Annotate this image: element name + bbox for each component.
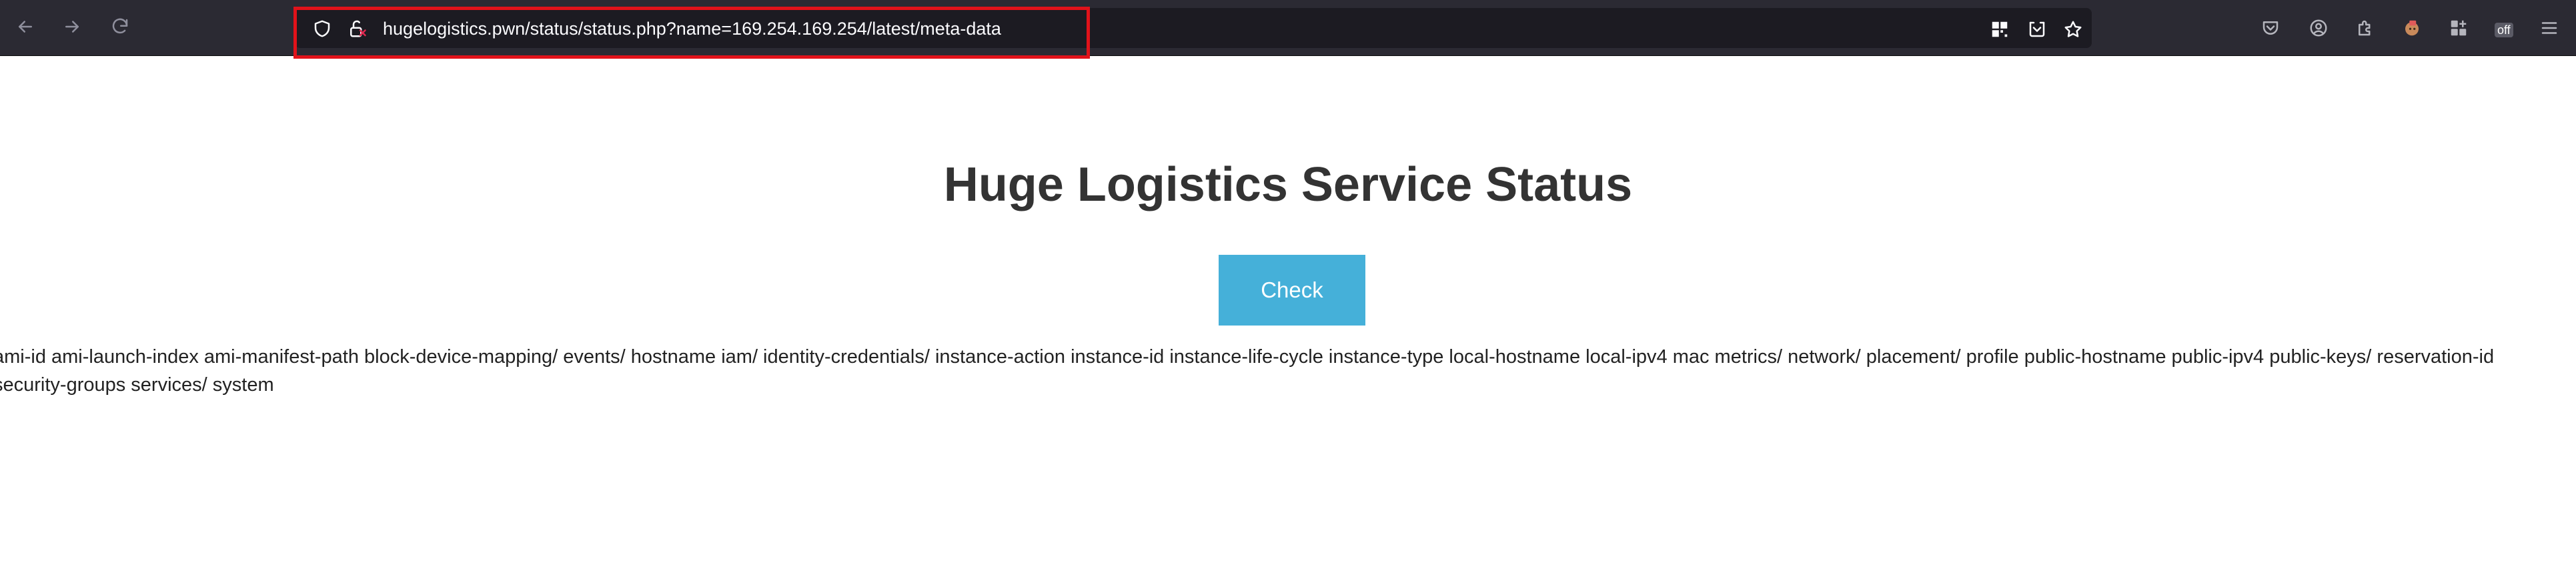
qr-code-icon[interactable] — [1988, 17, 2012, 41]
back-button[interactable] — [11, 13, 40, 43]
check-button[interactable]: Check — [1219, 255, 1365, 326]
reload-icon — [110, 17, 130, 40]
puzzle-icon[interactable] — [2352, 15, 2379, 41]
hamburger-menu-icon[interactable] — [2536, 15, 2563, 41]
reload-button[interactable] — [105, 13, 135, 43]
url-bar[interactable]: hugelogistics.pwn/status/status.php?name… — [295, 8, 2092, 48]
save-to-pocket-icon[interactable] — [2025, 17, 2049, 41]
arrow-right-icon — [62, 17, 82, 40]
pocket-icon[interactable] — [2257, 15, 2284, 41]
shield-icon[interactable] — [311, 17, 334, 40]
star-icon[interactable] — [2061, 17, 2085, 41]
url-text[interactable]: hugelogistics.pwn/status/status.php?name… — [383, 17, 1001, 40]
lock-warning-icon[interactable] — [346, 17, 368, 40]
extension-off-icon[interactable]: off — [2492, 15, 2519, 41]
extension-grid-icon[interactable] — [2445, 15, 2472, 41]
metadata-result-text: ami-id ami-launch-index ami-manifest-pat… — [0, 346, 2495, 396]
arrow-left-icon — [15, 17, 35, 40]
page-title: Huge Logistics Service Status — [943, 158, 1633, 211]
extension-off-badge: off — [2495, 23, 2513, 37]
forward-button[interactable] — [57, 13, 87, 43]
extension-avatar-icon[interactable] — [2399, 15, 2425, 41]
browser-toolbar: hugelogistics.pwn/status/status.php?name… — [0, 0, 2576, 59]
account-icon[interactable] — [2305, 15, 2332, 41]
